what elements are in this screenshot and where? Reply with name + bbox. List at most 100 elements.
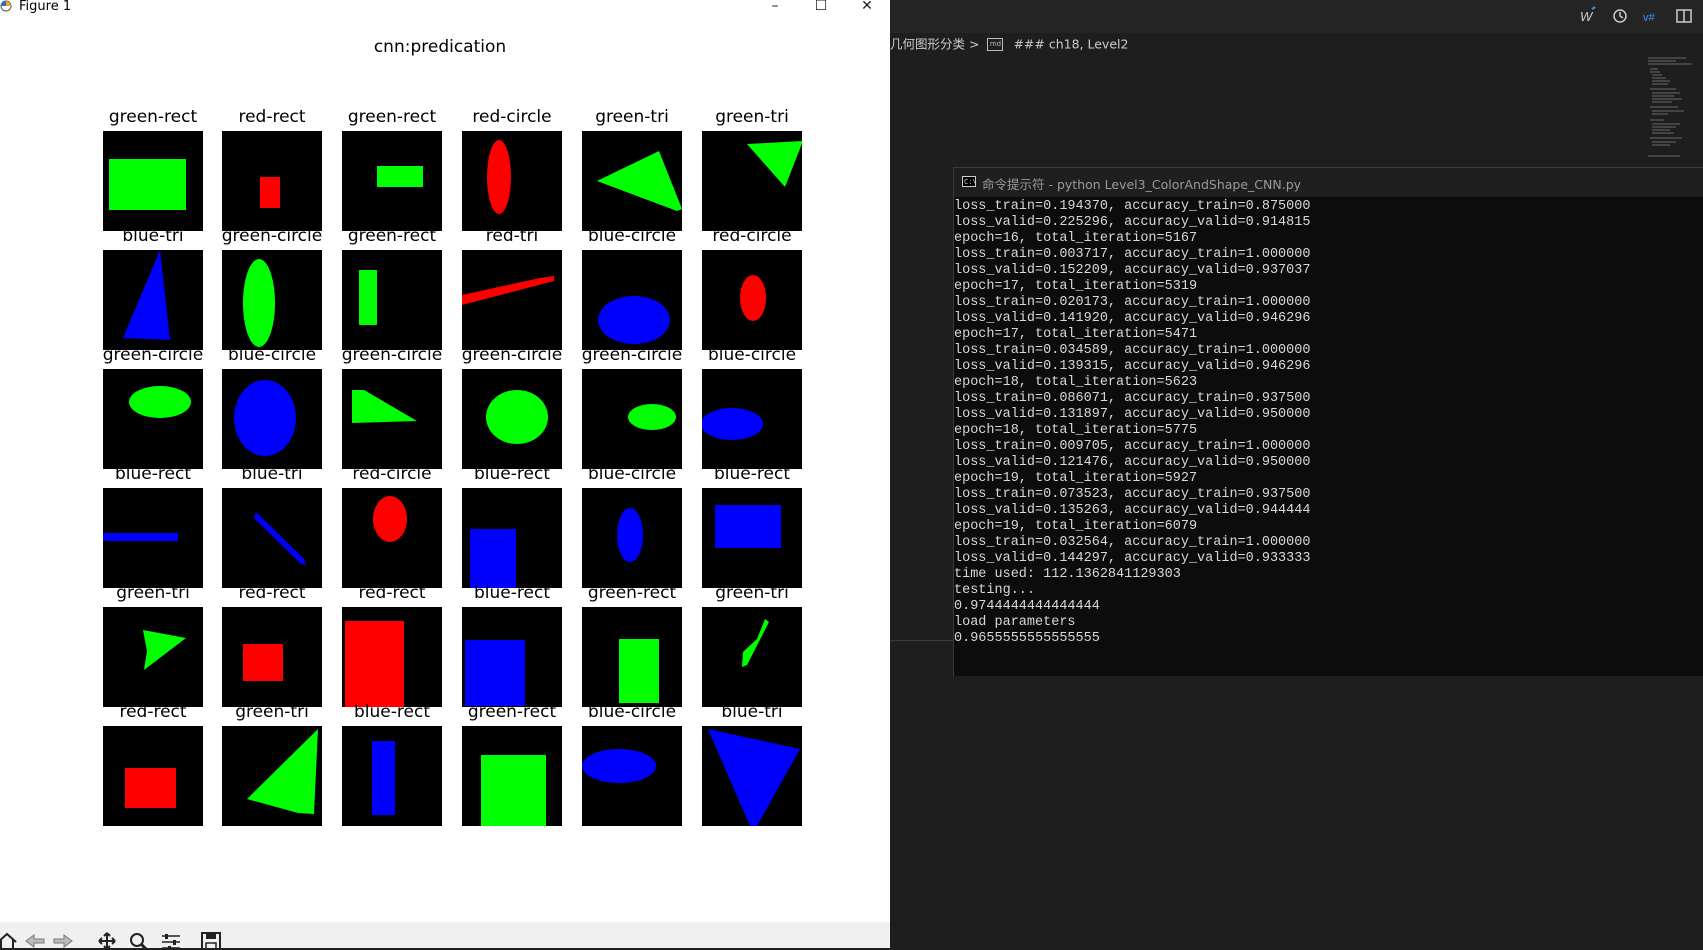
console-line: epoch=17, total_iteration=5319 bbox=[954, 279, 1198, 294]
console-line: epoch=16, total_iteration=5167 bbox=[954, 231, 1198, 246]
configure-subplots-icon bbox=[162, 934, 180, 950]
prediction-image bbox=[342, 250, 442, 350]
prediction-cell: blue-rect bbox=[462, 464, 562, 588]
back-button[interactable] bbox=[24, 932, 46, 950]
shape-circle bbox=[234, 380, 296, 456]
save-button[interactable] bbox=[200, 932, 222, 950]
prediction-image bbox=[582, 250, 682, 350]
breadcrumb-folder[interactable]: 几何图形分类 bbox=[890, 37, 965, 52]
figure-titlebar[interactable]: Figure 1 – ☐ ✕ bbox=[0, 0, 890, 14]
zoom-icon bbox=[130, 933, 148, 950]
breadcrumb-separator: > bbox=[969, 36, 980, 52]
prediction-image bbox=[702, 607, 802, 707]
prediction-cell: green-circle bbox=[222, 226, 322, 350]
cmd-icon: C:\ bbox=[962, 176, 977, 187]
shape-circle bbox=[129, 386, 191, 418]
prediction-cell: red-tri bbox=[462, 226, 562, 350]
prediction-cell: blue-tri bbox=[222, 464, 322, 588]
console-line: loss_train=0.086071, accuracy_train=0.93… bbox=[954, 391, 1311, 406]
prediction-cell: green-rect bbox=[582, 583, 682, 707]
console-line: 0.9744444444444444 bbox=[954, 599, 1100, 614]
minimize-button[interactable]: – bbox=[760, 0, 790, 15]
console-line: loss_train=0.003717, accuracy_train=1.00… bbox=[954, 247, 1311, 262]
history-icon[interactable] bbox=[1610, 6, 1630, 26]
console-line: loss_valid=0.152209, accuracy_valid=0.93… bbox=[954, 263, 1311, 278]
prediction-cell: green-tri bbox=[702, 107, 802, 231]
forward-icon bbox=[53, 934, 73, 948]
shape-rect bbox=[359, 270, 377, 325]
prediction-cell: blue-rect bbox=[462, 583, 562, 707]
prediction-cell: green-circle bbox=[342, 345, 442, 469]
cmd-titlebar[interactable]: C:\ 命令提示符 - python Level3_ColorAndShape_… bbox=[954, 168, 1703, 197]
prediction-cell: green-tri bbox=[103, 583, 203, 707]
prediction-cell: blue-rect bbox=[702, 464, 802, 588]
prediction-image bbox=[702, 250, 802, 350]
shape-circle bbox=[617, 508, 643, 562]
shape-rect bbox=[109, 159, 186, 210]
shape-circle bbox=[582, 749, 656, 783]
prediction-image bbox=[103, 250, 203, 350]
prediction-cell: blue-tri bbox=[702, 702, 802, 826]
maximize-button[interactable]: ☐ bbox=[806, 0, 836, 15]
layout-icon[interactable] bbox=[1674, 6, 1694, 26]
figure-suptitle: cnn:predication bbox=[373, 37, 507, 57]
prediction-cell: green-rect bbox=[342, 107, 442, 231]
shape-rect bbox=[465, 640, 525, 706]
prediction-cell: blue-circle bbox=[582, 464, 682, 588]
shape-rect bbox=[345, 621, 404, 707]
zoom-button[interactable] bbox=[128, 932, 150, 950]
prediction-image bbox=[702, 369, 802, 469]
prediction-cell: green-circle bbox=[582, 345, 682, 469]
console-line: epoch=19, total_iteration=6079 bbox=[954, 519, 1198, 534]
console-line: loss_train=0.034589, accuracy_train=1.00… bbox=[954, 343, 1311, 358]
prediction-image bbox=[342, 726, 442, 826]
console-line: loss_valid=0.139315, accuracy_valid=0.94… bbox=[954, 359, 1311, 374]
window-title: Figure 1 bbox=[19, 0, 72, 14]
breadcrumb-cell[interactable]: ### ch18, Level2 bbox=[1013, 37, 1128, 52]
svg-text:W: W bbox=[1580, 9, 1594, 24]
prediction-image bbox=[103, 369, 203, 469]
navigation-toolbar bbox=[0, 922, 890, 950]
home-icon bbox=[0, 932, 17, 950]
word-icon[interactable]: W bbox=[1578, 6, 1598, 26]
forward-button[interactable] bbox=[52, 932, 74, 950]
panel-divider bbox=[890, 640, 953, 641]
prediction-image bbox=[702, 131, 802, 231]
console-output[interactable]: loss_train=0.194370, accuracy_train=0.87… bbox=[954, 199, 1703, 647]
prediction-image bbox=[582, 726, 682, 826]
shape-circle bbox=[486, 390, 548, 444]
prediction-image bbox=[222, 607, 322, 707]
prediction-image bbox=[222, 369, 322, 469]
minimap[interactable] bbox=[1646, 56, 1698, 168]
editor-topbar: W v# bbox=[890, 0, 1703, 33]
console-line: epoch=19, total_iteration=5927 bbox=[954, 471, 1198, 486]
prediction-image bbox=[342, 488, 442, 588]
vb-icon[interactable]: v# bbox=[1642, 6, 1662, 26]
prediction-cell: blue-rect bbox=[103, 464, 203, 588]
console-line: load parameters bbox=[954, 615, 1076, 630]
prediction-cell: blue-tri bbox=[103, 226, 203, 350]
prediction-label: green-tri bbox=[715, 107, 789, 127]
back-icon bbox=[25, 934, 45, 948]
pan-icon bbox=[98, 932, 116, 950]
home-button[interactable] bbox=[0, 932, 18, 950]
prediction-image bbox=[462, 488, 562, 588]
save-icon bbox=[201, 932, 221, 950]
shape-rect bbox=[372, 741, 395, 815]
prediction-image bbox=[582, 607, 682, 707]
command-prompt-window[interactable]: C:\ 命令提示符 - python Level3_ColorAndShape_… bbox=[953, 167, 1703, 676]
pan-button[interactable] bbox=[96, 932, 118, 950]
prediction-image bbox=[462, 131, 562, 231]
console-line: loss_train=0.194370, accuracy_train=0.87… bbox=[954, 199, 1311, 214]
prediction-cell: blue-circle bbox=[222, 345, 322, 469]
shape-circle bbox=[598, 296, 670, 344]
configure-subplots-button[interactable] bbox=[160, 932, 182, 950]
prediction-cell: green-rect bbox=[462, 702, 562, 826]
prediction-image bbox=[342, 131, 442, 231]
console-line: loss_valid=0.144297, accuracy_valid=0.93… bbox=[954, 551, 1311, 566]
prediction-image bbox=[103, 488, 203, 588]
prediction-image bbox=[103, 607, 203, 707]
prediction-image bbox=[103, 131, 203, 231]
prediction-cell: green-tri bbox=[582, 107, 682, 231]
close-button[interactable]: ✕ bbox=[852, 0, 882, 15]
